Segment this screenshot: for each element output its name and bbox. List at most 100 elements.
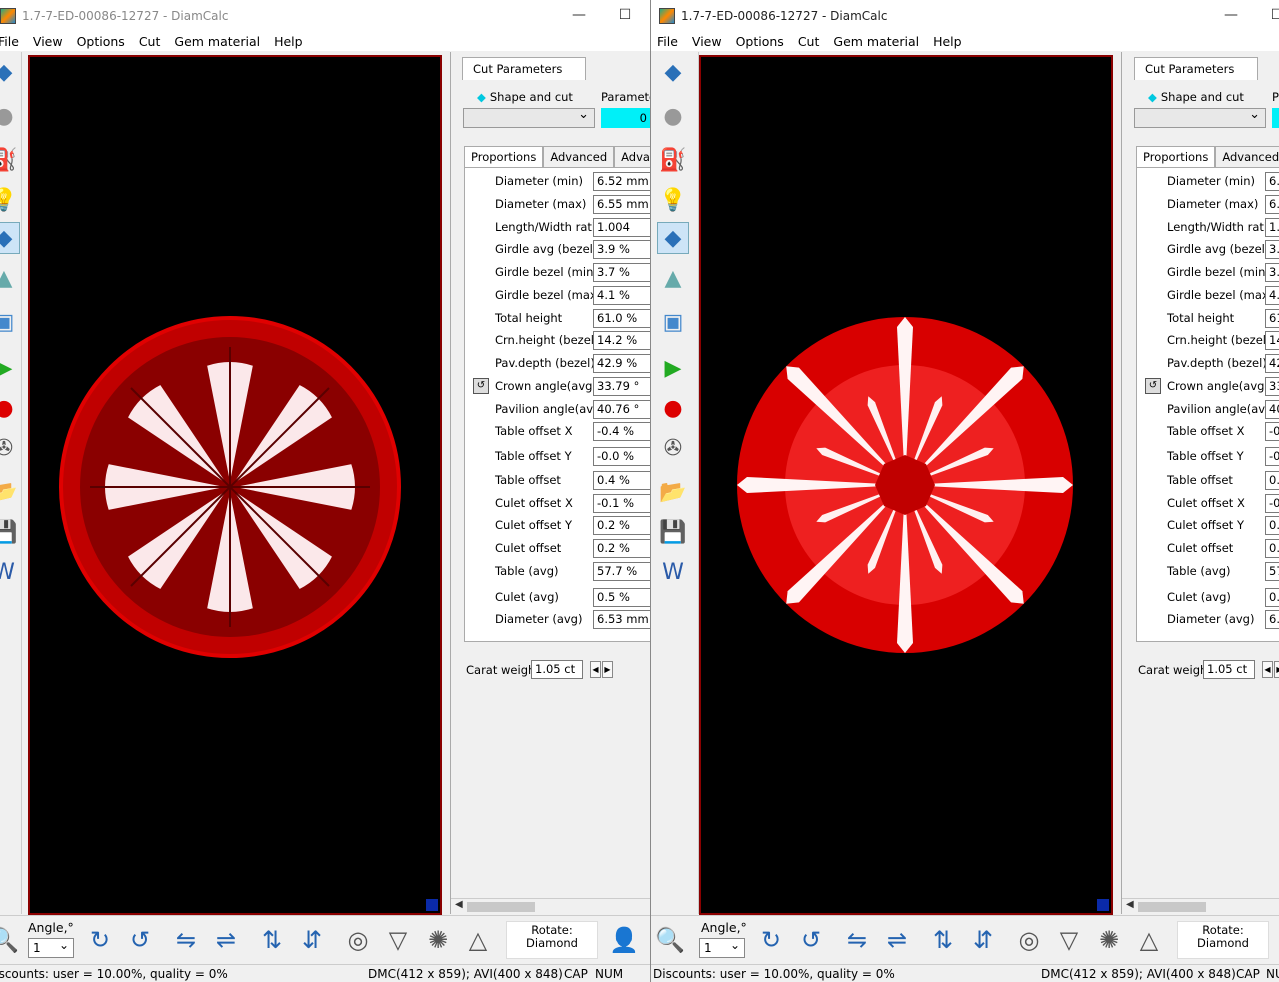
tab-proportions[interactable]: Proportions (1136, 146, 1216, 167)
menu-options[interactable]: Options (77, 34, 125, 49)
diamond-viewport[interactable] (699, 55, 1113, 915)
param-value[interactable]: 14.2 % (593, 330, 650, 350)
param-value[interactable]: 4.1 % (593, 285, 650, 305)
user-icon[interactable]: 👤 (608, 924, 640, 956)
menu-help[interactable]: Help (933, 34, 962, 49)
diamond-sparkle-icon[interactable]: ◆ (0, 222, 20, 254)
reel-icon[interactable]: ✇ (657, 432, 689, 464)
param-value[interactable]: 0.2 % (593, 538, 650, 558)
prism-icon[interactable]: ▲ (657, 262, 689, 294)
param-value[interactable]: 3.9 (1265, 239, 1279, 259)
angle-select[interactable]: 1 (28, 936, 74, 958)
flip-h2-icon[interactable]: ⇌ (210, 924, 242, 956)
param-value[interactable]: 40.76 ° (593, 399, 650, 419)
param-value[interactable]: 3.9 % (593, 239, 650, 259)
menu-view[interactable]: View (33, 34, 63, 49)
menu-file[interactable]: File (0, 34, 19, 49)
flip-v-icon[interactable]: ⇅ (256, 924, 288, 956)
shape-select[interactable] (463, 107, 595, 128)
param-value[interactable]: 0.5 % (593, 587, 650, 607)
word-icon[interactable]: W (0, 556, 20, 588)
pavilion-view-icon[interactable]: △ (1133, 924, 1165, 956)
folder-open-icon[interactable]: 📂 (657, 476, 689, 508)
diamond-viewport[interactable] (28, 55, 442, 915)
tab-cut-parameters[interactable]: Cut Parameters (1134, 57, 1258, 80)
top-view-icon[interactable]: ◎ (1013, 924, 1045, 956)
save-icon[interactable]: 💾 (657, 516, 689, 548)
flip-v2-icon[interactable]: ⇵ (296, 924, 328, 956)
param-value[interactable]: 6.5 (1265, 171, 1279, 191)
param-value[interactable]: 4.1 (1265, 285, 1279, 305)
param-value[interactable]: 61.0 % (593, 308, 650, 328)
param-value[interactable]: 6.5 (1265, 609, 1279, 629)
rotate-mode-box[interactable]: Rotate: Diamond (506, 921, 598, 959)
sphere-icon[interactable]: ● (0, 100, 20, 132)
param-value[interactable]: 6.52 mm (593, 171, 650, 191)
diamond-sparkle-icon[interactable]: ◆ (657, 222, 689, 254)
reel-icon[interactable]: ✇ (0, 432, 20, 464)
film-play-icon[interactable]: ▶ (657, 352, 689, 384)
menu-view[interactable]: View (692, 34, 722, 49)
carat-inc-button[interactable]: ▶ (602, 661, 613, 678)
shape-select[interactable] (1134, 107, 1266, 128)
flip-v-icon[interactable]: ⇅ (927, 924, 959, 956)
top-view-icon[interactable]: ◎ (342, 924, 374, 956)
maximize-button[interactable]: ☐ (1254, 0, 1279, 31)
photo-icon[interactable]: ▣ (657, 306, 689, 338)
lightbulb-icon[interactable]: 💡 (0, 184, 20, 216)
film-record-icon[interactable]: ● (0, 392, 20, 424)
rotate-mode-box[interactable]: Rotate: Diamond (1177, 921, 1269, 959)
angle-select[interactable]: 1 (699, 936, 745, 958)
panel-scrollbar[interactable]: ◀ (451, 898, 650, 914)
menu-help[interactable]: Help (274, 34, 303, 49)
bottom-view-icon[interactable]: ✺ (1093, 924, 1125, 956)
param-value[interactable]: 42.9 % (593, 353, 650, 373)
param-value[interactable]: 42 (1265, 353, 1279, 373)
scroll-thumb[interactable] (1138, 902, 1206, 912)
bottom-view-icon[interactable]: ✺ (422, 924, 454, 956)
param-value[interactable]: 0.2 (1265, 538, 1279, 558)
carat-input[interactable]: 1.05 ct (1203, 660, 1255, 679)
tab-cut-parameters[interactable]: Cut Parameters (462, 57, 586, 80)
diamond-icon[interactable]: ◆ (0, 56, 20, 88)
carat-dec-button[interactable]: ◀ (590, 661, 601, 678)
tab-advanced-1[interactable]: Advanced (1215, 146, 1279, 167)
param-value[interactable]: 1.0 (1265, 217, 1279, 237)
side-view-icon[interactable]: ▽ (382, 924, 414, 956)
menu-file[interactable]: File (657, 34, 678, 49)
film-play-icon[interactable]: ▶ (0, 352, 20, 384)
flip-h2-icon[interactable]: ⇌ (881, 924, 913, 956)
crown-angle-icon[interactable]: ↺ (473, 378, 489, 394)
param-value[interactable]: 1.004 (593, 217, 650, 237)
menu-options[interactable]: Options (736, 34, 784, 49)
param-value[interactable]: 33 (1265, 376, 1279, 396)
film-record-icon[interactable]: ● (657, 392, 689, 424)
minimize-button[interactable]: — (1208, 0, 1254, 31)
rotate-cw-icon[interactable]: ↺ (795, 924, 827, 956)
param-value[interactable]: 61 (1265, 308, 1279, 328)
diamond-icon[interactable]: ◆ (657, 56, 689, 88)
scroll-left-icon[interactable]: ◀ (455, 899, 463, 910)
tab-advanced-2[interactable]: Advanced (614, 146, 650, 167)
param-value[interactable]: 6.55 mm (593, 194, 650, 214)
param-value[interactable]: 3.7 (1265, 262, 1279, 282)
tab-advanced-1[interactable]: Advanced (543, 146, 615, 167)
param-value[interactable]: 3.7 % (593, 262, 650, 282)
menu-cut[interactable]: Cut (798, 34, 820, 49)
paint-bucket-icon[interactable]: ⛽ (0, 144, 20, 176)
scroll-thumb[interactable] (467, 902, 535, 912)
param-value[interactable]: 0.4 (1265, 470, 1279, 490)
paint-bucket-icon[interactable]: ⛽ (657, 144, 689, 176)
carat-dec-button[interactable]: ◀ (1262, 661, 1273, 678)
sphere-icon[interactable]: ● (657, 100, 689, 132)
lightbulb-icon[interactable]: 💡 (657, 184, 689, 216)
flip-h-icon[interactable]: ⇋ (841, 924, 873, 956)
param-value[interactable]: -0. (1265, 493, 1279, 513)
rotate-ccw-icon[interactable]: ↻ (84, 924, 116, 956)
param-value[interactable]: -0.0 % (593, 446, 650, 466)
rotate-ccw-icon[interactable]: ↻ (755, 924, 787, 956)
parameter-value[interactable]: 0 (601, 108, 650, 128)
pavilion-view-icon[interactable]: △ (462, 924, 494, 956)
word-icon[interactable]: W (657, 556, 689, 588)
param-value[interactable]: 57.7 % (593, 561, 650, 581)
